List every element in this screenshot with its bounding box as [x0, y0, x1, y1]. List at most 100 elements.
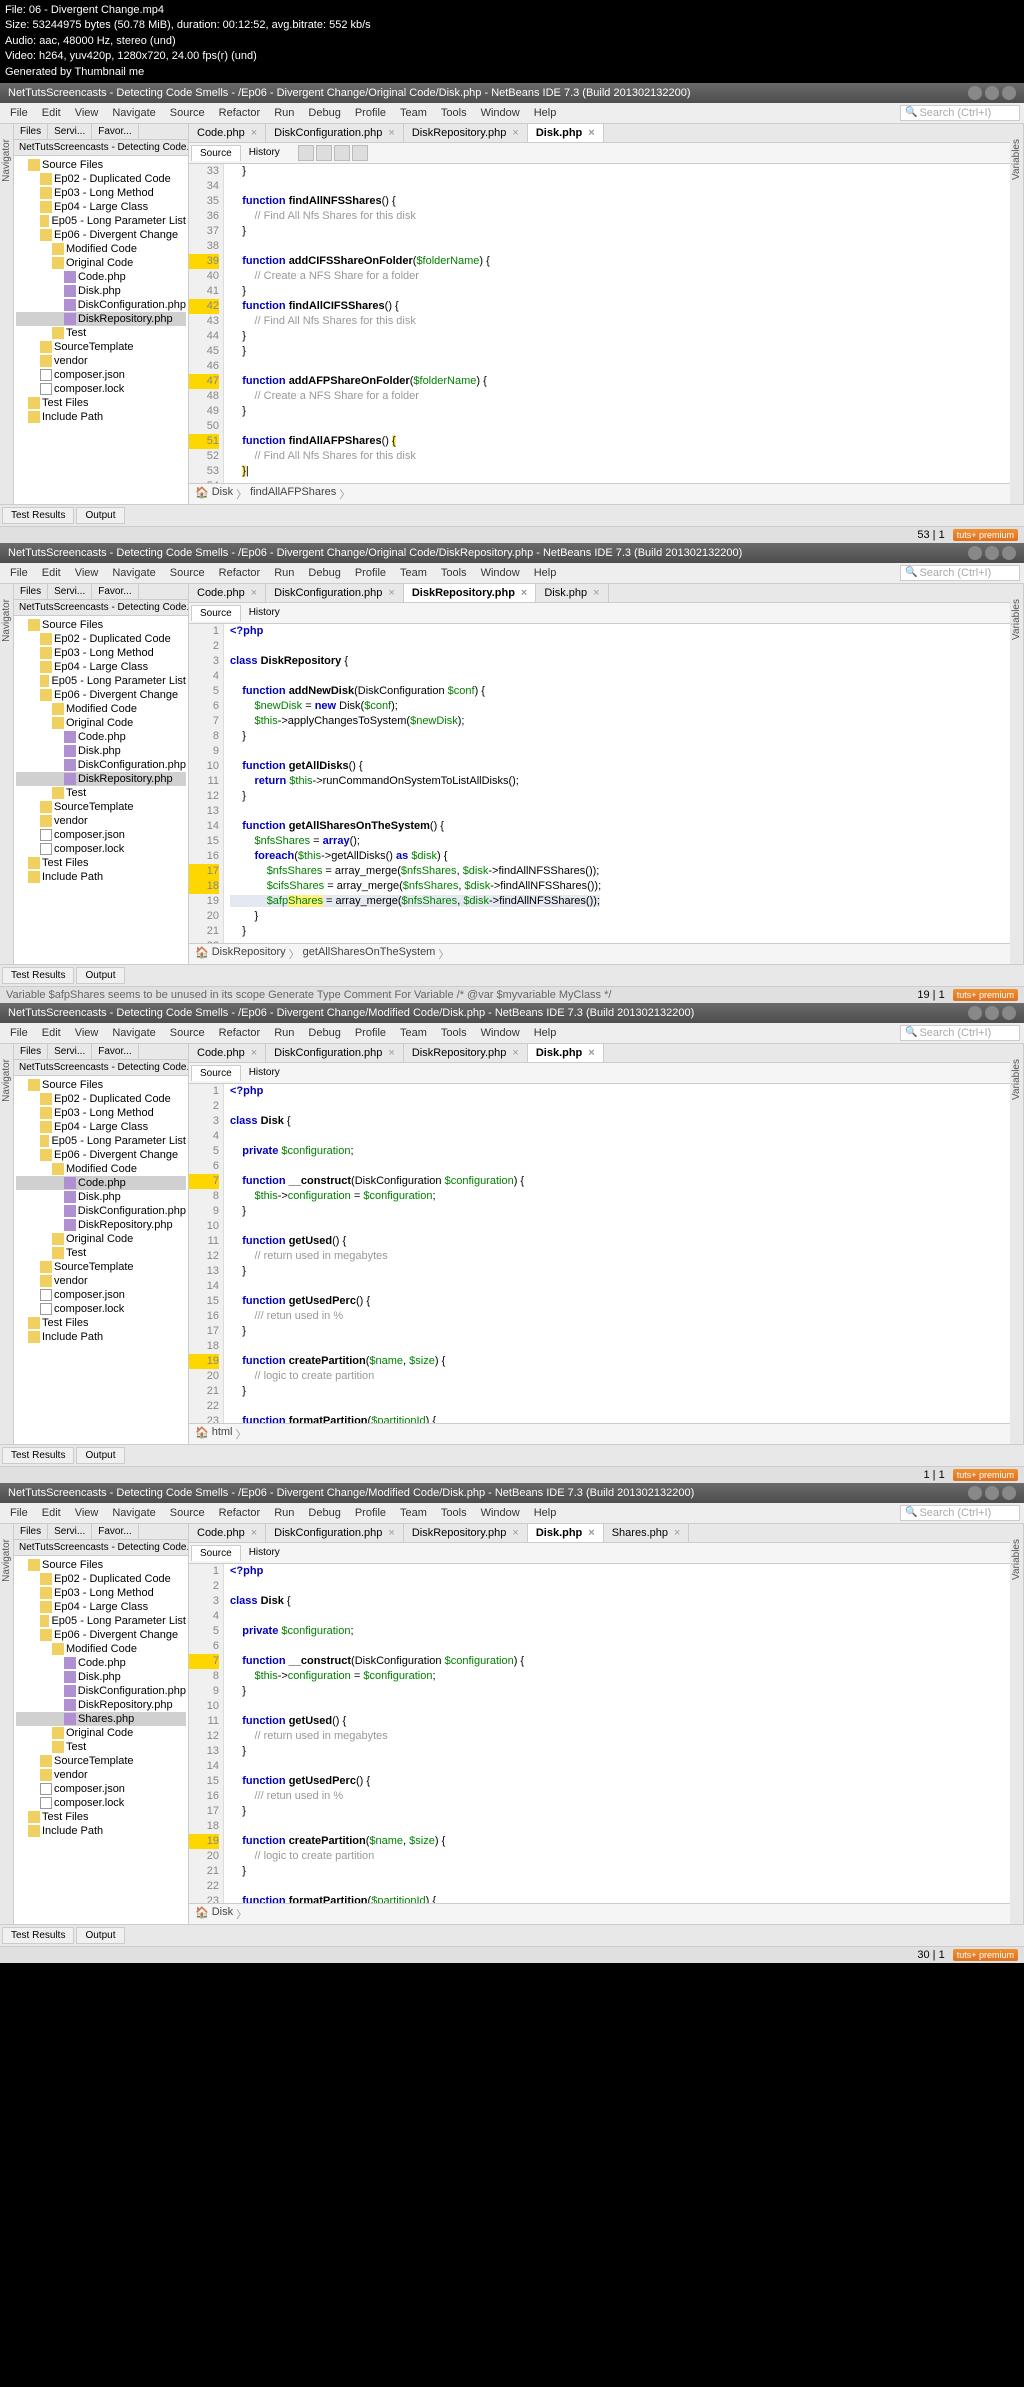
close-icon[interactable]: × — [388, 127, 394, 139]
menu-navigate[interactable]: Navigate — [106, 105, 161, 121]
close-icon[interactable]: × — [512, 127, 518, 139]
window-title: NetTutsScreencasts - Detecting Code Smel… — [8, 1487, 694, 1499]
minimize-icon[interactable] — [968, 546, 982, 560]
window-titlebar[interactable]: NetTutsScreencasts - Detecting Code Smel… — [0, 1003, 1024, 1023]
services-tab[interactable]: Servi... — [48, 124, 92, 139]
maximize-icon[interactable] — [985, 1486, 999, 1500]
window-title: NetTutsScreencasts - Detecting Code Smel… — [8, 547, 742, 559]
close-icon[interactable] — [1002, 1006, 1016, 1020]
variables-tab[interactable]: Variables — [1011, 139, 1022, 180]
menu-refactor[interactable]: Refactor — [213, 105, 267, 121]
code-editor[interactable]: 3334353637383940414243444546474849505152… — [189, 164, 1010, 483]
folder-icon — [28, 1079, 40, 1091]
history-subtab[interactable]: History — [241, 145, 288, 161]
tab-code[interactable]: Code.php× — [189, 124, 266, 142]
breadcrumb-icon: 🏠 — [195, 486, 209, 502]
php-file-icon — [64, 731, 76, 743]
folder-icon — [40, 215, 49, 227]
maximize-icon[interactable] — [985, 546, 999, 560]
menu-run[interactable]: Run — [268, 105, 300, 121]
code-editor[interactable]: 1234567891011121314151617181920212223242… — [189, 624, 1010, 943]
menu-team[interactable]: Team — [394, 105, 433, 121]
folder-icon — [28, 619, 40, 631]
folder-icon — [40, 1135, 49, 1147]
breadcrumb[interactable]: 🏠 Disk〉 findAllAFPShares〉 — [189, 483, 1010, 504]
tab-diskrepo[interactable]: DiskRepository.php× — [404, 124, 528, 142]
output-tab[interactable]: Output — [76, 507, 124, 524]
favorites-tab[interactable]: Favor... — [92, 124, 138, 139]
code-content[interactable]: } function findAllNFSShares() { // Find … — [224, 164, 1010, 483]
code-content[interactable]: <?php class Disk { private $configuratio… — [224, 1564, 1010, 1903]
window-titlebar[interactable]: NetTutsScreencasts - Detecting Code Smel… — [0, 83, 1024, 103]
search-input[interactable]: Search (Ctrl+I) — [900, 1025, 1020, 1041]
project-tree[interactable]: Source Files Ep02 - Duplicated Code Ep03… — [14, 1076, 188, 1346]
menu-edit[interactable]: Edit — [36, 105, 67, 121]
window-titlebar[interactable]: NetTutsScreencasts - Detecting Code Smel… — [0, 543, 1024, 563]
php-file-icon — [64, 1219, 76, 1231]
code-editor[interactable]: 1234567891011121314151617181920212223242… — [189, 1084, 1010, 1423]
folder-icon — [40, 201, 52, 213]
breadcrumb[interactable]: 🏠 DiskRepository〉 getAllSharesOnTheSyste… — [189, 943, 1010, 964]
menu-window[interactable]: Window — [475, 105, 526, 121]
close-icon[interactable] — [1002, 546, 1016, 560]
php-file-icon — [64, 1699, 76, 1711]
file-icon — [40, 383, 52, 395]
json-file-icon — [40, 369, 52, 381]
folder-icon — [52, 243, 64, 255]
menu-source[interactable]: Source — [164, 105, 211, 121]
project-tree[interactable]: Source Files Ep02 - Duplicated Code Ep03… — [14, 616, 188, 886]
search-input[interactable]: Search (Ctrl+I) — [900, 565, 1020, 581]
search-input[interactable]: Search (Ctrl+I) — [900, 105, 1020, 121]
folder-icon — [40, 173, 52, 185]
window-titlebar[interactable]: NetTutsScreencasts - Detecting Code Smel… — [0, 1483, 1024, 1503]
php-file-icon — [64, 759, 76, 771]
menu-file[interactable]: File — [4, 105, 34, 121]
minimize-icon[interactable] — [968, 1486, 982, 1500]
toolbar-icon[interactable] — [334, 145, 350, 161]
close-icon[interactable] — [1002, 86, 1016, 100]
folder-icon — [40, 1629, 52, 1641]
folder-icon — [40, 633, 52, 645]
maximize-icon[interactable] — [985, 86, 999, 100]
project-tree[interactable]: Source Files Ep02 - Duplicated Code Ep03… — [14, 156, 188, 426]
search-input[interactable]: Search (Ctrl+I) — [900, 1505, 1020, 1521]
folder-icon — [40, 1121, 52, 1133]
tab-disk[interactable]: Disk.php× — [528, 124, 604, 142]
tab-diskconfig[interactable]: DiskConfiguration.php× — [266, 124, 404, 142]
code-content[interactable]: <?php class Disk { private $configuratio… — [224, 1084, 1010, 1423]
project-tree[interactable]: Source Files Ep02 - Duplicated Code Ep03… — [14, 1556, 188, 1840]
folder-icon — [40, 1601, 52, 1613]
toolbar-icon[interactable] — [316, 145, 332, 161]
navigator-tab[interactable]: Navigator — [1, 139, 12, 182]
minimize-icon[interactable] — [968, 1006, 982, 1020]
ide-frame-2: NetTutsScreencasts - Detecting Code Smel… — [0, 543, 1024, 1003]
maximize-icon[interactable] — [985, 1006, 999, 1020]
code-content[interactable]: <?php class DiskRepository { function ad… — [224, 624, 1010, 943]
panel-header: NetTutsScreencasts - Detecting Code... — [14, 140, 188, 156]
php-file-icon — [64, 1177, 76, 1189]
watermark: tuts+ premium — [953, 529, 1018, 541]
breadcrumb-icon: 🏠 — [195, 1426, 209, 1442]
test-results-tab[interactable]: Test Results — [2, 507, 74, 524]
close-icon[interactable] — [1002, 1486, 1016, 1500]
toolbar-icon[interactable] — [298, 145, 314, 161]
minimize-icon[interactable] — [968, 86, 982, 100]
folder-icon — [40, 1755, 52, 1767]
menu-debug[interactable]: Debug — [302, 105, 346, 121]
menu-help[interactable]: Help — [528, 105, 563, 121]
close-icon[interactable]: × — [588, 127, 594, 139]
left-sidebar-tabs: Navigator — [0, 124, 14, 504]
cursor-position: 1 | 1 — [924, 1469, 945, 1481]
menu-view[interactable]: View — [69, 105, 105, 121]
folder-icon — [52, 1741, 64, 1753]
close-icon[interactable]: × — [251, 127, 257, 139]
source-subtab[interactable]: Source — [191, 145, 241, 161]
video-metadata: File: 06 - Divergent Change.mp4 Size: 53… — [0, 0, 1024, 83]
code-editor[interactable]: 1234567891011121314151617181920212223242… — [189, 1564, 1010, 1903]
menu-profile[interactable]: Profile — [349, 105, 392, 121]
files-tab[interactable]: Files — [14, 124, 48, 139]
php-file-icon — [64, 1205, 76, 1217]
toolbar-icon[interactable] — [352, 145, 368, 161]
php-file-icon — [64, 1657, 76, 1669]
menu-tools[interactable]: Tools — [435, 105, 473, 121]
